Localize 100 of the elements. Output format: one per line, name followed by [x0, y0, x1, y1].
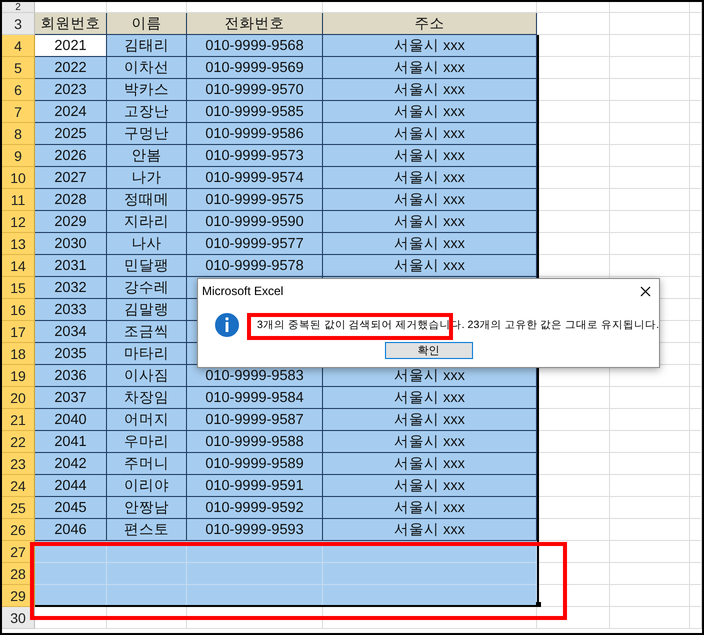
- table-cell: 010-9999-9570: [187, 79, 323, 101]
- table-cell: 010-9999-9574: [187, 167, 323, 189]
- column-header-cell: 회원번호: [35, 13, 107, 35]
- row-number[interactable]: 12: [2, 211, 35, 233]
- row-number[interactable]: 6: [2, 79, 35, 101]
- table-cell: 010-9999-9591: [187, 475, 323, 497]
- row-number[interactable]: 19: [2, 365, 35, 387]
- row-number[interactable]: 10: [2, 167, 35, 189]
- table-cell: 2022: [35, 57, 107, 79]
- table-cell: 서울시 xxx: [323, 167, 537, 189]
- table-cell: 차장임: [107, 387, 187, 409]
- table-cell: 서울시 xxx: [323, 387, 537, 409]
- fill-handle[interactable]: [536, 602, 541, 607]
- table-cell: 010-9999-9593: [187, 519, 323, 541]
- row-number[interactable]: 9: [2, 145, 35, 167]
- row-number[interactable]: 25: [2, 497, 35, 519]
- table-cell: 정때메: [107, 189, 187, 211]
- table-cell: 2034: [35, 321, 107, 343]
- row-number[interactable]: 24: [2, 475, 35, 497]
- table-cell: 서울시 xxx: [323, 57, 537, 79]
- table-cell: 2044: [35, 475, 107, 497]
- row-number[interactable]: 15: [2, 277, 35, 299]
- grid-cell: [690, 189, 702, 211]
- table-cell: 010-9999-9573: [187, 145, 323, 167]
- table-cell: 2045: [35, 497, 107, 519]
- table-cell: 010-9999-9586: [187, 123, 323, 145]
- table-cell: 2028: [35, 189, 107, 211]
- column-header-cell: 주소: [323, 13, 537, 35]
- table-cell: 010-9999-9590: [187, 211, 323, 233]
- table-cell: 서울시 xxx: [323, 255, 537, 277]
- table-cell: 서울시 xxx: [323, 101, 537, 123]
- table-cell: 2036: [35, 365, 107, 387]
- grid-cell: [690, 431, 702, 453]
- table-cell: 2041: [35, 431, 107, 453]
- table-cell: 마타리: [107, 343, 187, 365]
- grid-cell: [690, 541, 702, 563]
- grid-cell: [690, 233, 702, 255]
- grid-cell: [690, 35, 702, 57]
- row-number[interactable]: 7: [2, 101, 35, 123]
- row-number[interactable]: 20: [2, 387, 35, 409]
- grid-cell: [690, 321, 702, 343]
- table-cell: 서울시 xxx: [323, 453, 537, 475]
- table-cell: 010-9999-9575: [187, 189, 323, 211]
- row-number[interactable]: 8: [2, 123, 35, 145]
- row-number[interactable]: 17: [2, 321, 35, 343]
- table-cell: 서울시 xxx: [323, 211, 537, 233]
- row-number[interactable]: 18: [2, 343, 35, 365]
- table-cell: 2024: [35, 101, 107, 123]
- grid-cell: [690, 123, 702, 145]
- row-number[interactable]: 4: [2, 35, 35, 57]
- row-number[interactable]: 14: [2, 255, 35, 277]
- grid-cell: [690, 365, 702, 387]
- table-cell: 010-9999-9589: [187, 453, 323, 475]
- row-number[interactable]: 23: [2, 453, 35, 475]
- table-cell: 010-9999-9569: [187, 57, 323, 79]
- row-number[interactable]: 11: [2, 189, 35, 211]
- dialog-title: Microsoft Excel: [202, 284, 284, 298]
- grid-cell: [690, 607, 702, 629]
- ok-button[interactable]: 확인: [384, 342, 472, 359]
- grid-cell: [690, 585, 702, 607]
- table-cell: 박카스: [107, 79, 187, 101]
- table-cell: 010-9999-9577: [187, 233, 323, 255]
- table-cell: 고장난: [107, 101, 187, 123]
- table-cell: 010-9999-9592: [187, 497, 323, 519]
- table-cell: 2029: [35, 211, 107, 233]
- table-cell: 안봄: [107, 145, 187, 167]
- table-cell: 나가: [107, 167, 187, 189]
- row-number[interactable]: 16: [2, 299, 35, 321]
- row-number[interactable]: 2: [2, 2, 35, 13]
- table-cell: 안짱남: [107, 497, 187, 519]
- row-number[interactable]: 26: [2, 519, 35, 541]
- table-cell: 서울시 xxx: [323, 233, 537, 255]
- row-number[interactable]: 30: [2, 607, 35, 629]
- grid-cell: [690, 563, 702, 585]
- table-cell: 민달팽: [107, 255, 187, 277]
- table-cell: 서울시 xxx: [323, 123, 537, 145]
- table-cell: 이차선: [107, 57, 187, 79]
- table-cell: 서울시 xxx: [323, 35, 537, 57]
- table-cell: 010-9999-9585: [187, 101, 323, 123]
- grid-cell: [690, 145, 702, 167]
- close-icon[interactable]: [640, 286, 651, 296]
- row-number[interactable]: 13: [2, 233, 35, 255]
- table-cell: 2021: [35, 35, 107, 57]
- table-cell: 김말랭: [107, 299, 187, 321]
- table-cell: 2037: [35, 387, 107, 409]
- row-number[interactable]: 3: [2, 13, 35, 35]
- grid-cell: [690, 57, 702, 79]
- table-cell: 서울시 xxx: [323, 189, 537, 211]
- table-cell: 이사짐: [107, 365, 187, 387]
- table-cell: 서울시 xxx: [323, 497, 537, 519]
- row-number[interactable]: 5: [2, 57, 35, 79]
- grid-cell: [690, 211, 702, 233]
- table-cell: 010-9999-9588: [187, 431, 323, 453]
- column-header-cell: 전화번호: [187, 13, 323, 35]
- grid-cell: [690, 79, 702, 101]
- table-cell: 강수레: [107, 277, 187, 299]
- row-number[interactable]: 21: [2, 409, 35, 431]
- table-cell: 주머니: [107, 453, 187, 475]
- table-cell: 010-9999-9584: [187, 387, 323, 409]
- row-number[interactable]: 22: [2, 431, 35, 453]
